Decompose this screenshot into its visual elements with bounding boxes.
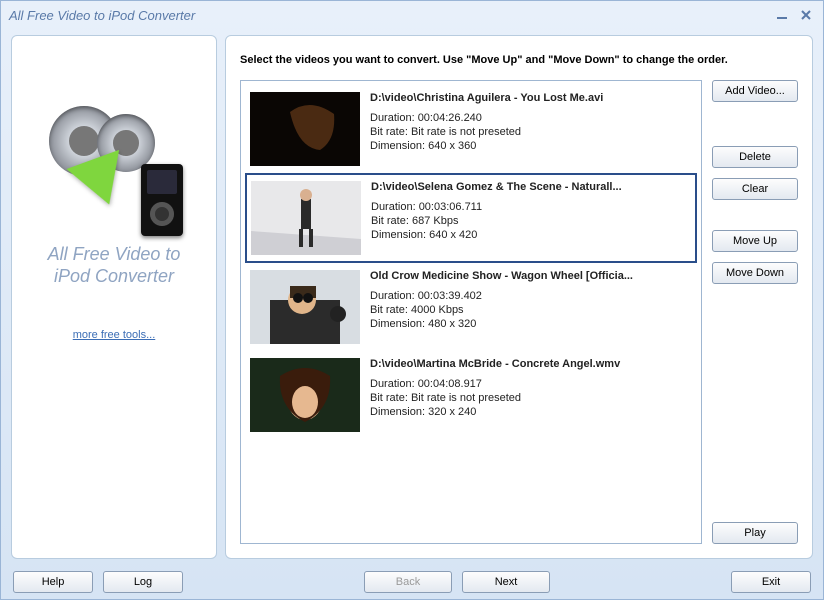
video-title: Old Crow Medicine Show - Wagon Wheel [Of… <box>370 270 692 282</box>
video-bitrate: Bit rate: 687 Kbps <box>371 215 691 227</box>
video-duration: Duration: 00:03:06.711 <box>371 201 691 213</box>
video-duration: Duration: 00:04:08.917 <box>370 378 692 390</box>
app-window: All Free Video to iPod Converter All Fre… <box>0 0 824 600</box>
video-title: D:\video\Christina Aguilera - You Lost M… <box>370 92 692 104</box>
video-duration: Duration: 00:04:26.240 <box>370 112 692 124</box>
log-button[interactable]: Log <box>103 571 183 593</box>
video-item[interactable]: D:\video\Christina Aguilera - You Lost M… <box>245 85 697 173</box>
exit-button[interactable]: Exit <box>731 571 811 593</box>
instruction-text: Select the videos you want to convert. U… <box>240 54 798 66</box>
titlebar: All Free Video to iPod Converter <box>1 1 823 29</box>
video-bitrate: Bit rate: Bit rate is not preseted <box>370 392 692 404</box>
next-button[interactable]: Next <box>462 571 550 593</box>
more-tools-link[interactable]: more free tools... <box>73 329 156 341</box>
play-button[interactable]: Play <box>712 522 798 544</box>
video-title: D:\video\Selena Gomez & The Scene - Natu… <box>371 181 691 193</box>
video-dimension: Dimension: 640 x 360 <box>370 140 692 152</box>
video-item[interactable]: Old Crow Medicine Show - Wagon Wheel [Of… <box>245 263 697 351</box>
side-buttons: Add Video... Delete Clear Move Up Move D… <box>712 80 798 544</box>
help-button[interactable]: Help <box>13 571 93 593</box>
video-bitrate: Bit rate: 4000 Kbps <box>370 304 692 316</box>
app-name: All Free Video to iPod Converter <box>48 244 181 287</box>
move-down-button[interactable]: Move Down <box>712 262 798 284</box>
close-icon[interactable] <box>797 7 815 23</box>
video-thumbnail <box>250 358 360 432</box>
video-list[interactable]: D:\video\Christina Aguilera - You Lost M… <box>240 80 702 544</box>
video-thumbnail <box>250 92 360 166</box>
video-dimension: Dimension: 480 x 320 <box>370 318 692 330</box>
window-title: All Free Video to iPod Converter <box>9 8 195 23</box>
video-item[interactable]: D:\video\Selena Gomez & The Scene - Natu… <box>245 173 697 263</box>
video-thumbnail <box>250 270 360 344</box>
app-logo-icon <box>39 96 189 236</box>
back-button[interactable]: Back <box>364 571 452 593</box>
footer-bar: Help Log Back Next Exit <box>1 565 823 599</box>
minimize-icon[interactable] <box>773 7 791 23</box>
video-title: D:\video\Martina McBride - Concrete Ange… <box>370 358 692 370</box>
video-thumbnail <box>251 181 361 255</box>
video-bitrate: Bit rate: Bit rate is not preseted <box>370 126 692 138</box>
move-up-button[interactable]: Move Up <box>712 230 798 252</box>
delete-button[interactable]: Delete <box>712 146 798 168</box>
video-duration: Duration: 00:03:39.402 <box>370 290 692 302</box>
sidebar-panel: All Free Video to iPod Converter more fr… <box>11 35 217 559</box>
video-dimension: Dimension: 640 x 420 <box>371 229 691 241</box>
video-dimension: Dimension: 320 x 240 <box>370 406 692 418</box>
video-item[interactable]: D:\video\Martina McBride - Concrete Ange… <box>245 351 697 439</box>
main-panel: Select the videos you want to convert. U… <box>225 35 813 559</box>
clear-button[interactable]: Clear <box>712 178 798 200</box>
add-video-button[interactable]: Add Video... <box>712 80 798 102</box>
